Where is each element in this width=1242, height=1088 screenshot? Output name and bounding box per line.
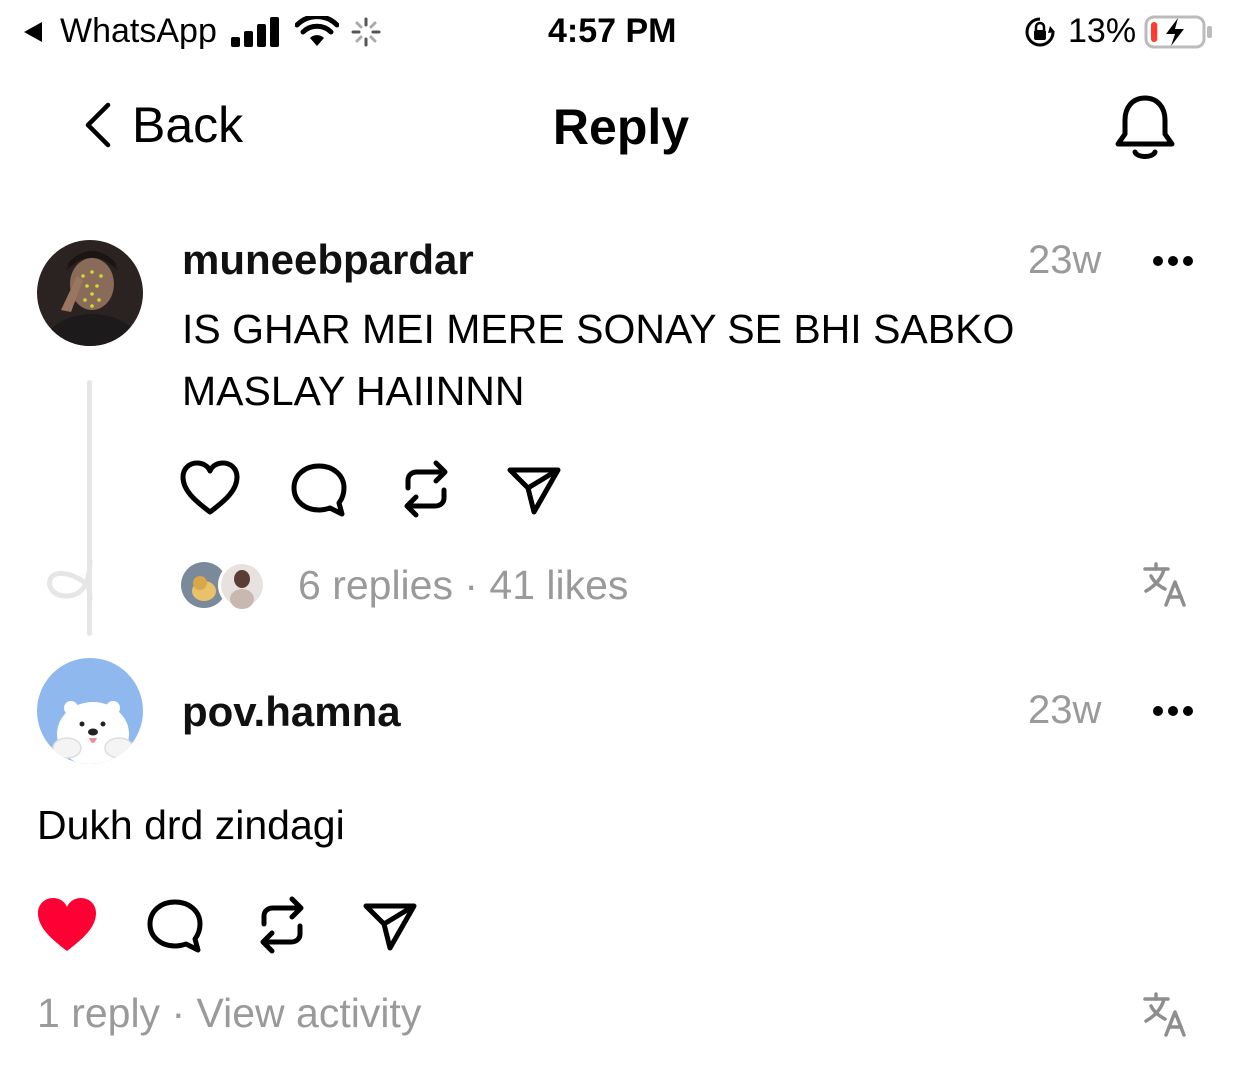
more-options-button[interactable] <box>1152 254 1194 273</box>
signal-icon <box>230 16 279 47</box>
post-text-line-1: IS GHAR MEI MERE SONAY SE BHI SABKO <box>182 306 1015 352</box>
share-icon <box>507 467 561 515</box>
post-text: Dukh drd zindagi <box>37 802 345 848</box>
like-button[interactable] <box>180 460 240 521</box>
post-timestamp: 23w <box>1028 238 1102 282</box>
translate-button[interactable] <box>1142 992 1188 1043</box>
reply-avatars-image <box>181 561 266 609</box>
page-title: Reply <box>552 99 690 155</box>
post-username[interactable]: muneebpardar <box>182 236 474 284</box>
post-text-line-2: MASLAY HAIINNN <box>182 368 525 414</box>
thread-loop-icon <box>47 560 93 603</box>
comment-button[interactable] <box>146 898 204 959</box>
translate-icon <box>1143 992 1186 1037</box>
status-right: 13% <box>1024 12 1214 51</box>
more-dots-icon <box>1153 706 1193 716</box>
avatar-pov-hamna[interactable] <box>37 658 143 764</box>
repost-icon <box>404 460 448 518</box>
avatar-muneebpardar[interactable] <box>37 240 143 346</box>
post-timestamp: 23w <box>1028 688 1102 732</box>
share-button[interactable] <box>362 900 418 957</box>
heart-filled-icon <box>38 898 96 951</box>
repost-button[interactable] <box>400 458 452 525</box>
notifications-button[interactable] <box>1112 92 1178 167</box>
back-app-label: WhatsApp <box>60 12 217 50</box>
comment-icon <box>291 463 347 517</box>
heart-icon <box>180 460 240 515</box>
battery-charging-icon <box>1144 15 1213 48</box>
comment-icon <box>147 899 203 953</box>
status-time: 4:57 PM <box>548 12 677 50</box>
avatar-image <box>37 658 143 764</box>
wifi-icon <box>294 15 339 46</box>
more-dots-icon <box>1153 256 1193 266</box>
reply-activity[interactable]: 1 reply · View activity <box>37 990 421 1037</box>
replies-likes-count[interactable]: 6 replies · 41 likes <box>298 562 628 609</box>
share-icon <box>363 903 417 951</box>
status-back-to-app[interactable]: WhatsApp <box>22 12 381 51</box>
more-options-button[interactable] <box>1152 704 1194 723</box>
repost-button[interactable] <box>256 894 308 961</box>
translate-button[interactable] <box>1142 562 1188 613</box>
battery-percent: 13% <box>1068 12 1137 50</box>
comment-button[interactable] <box>290 462 348 523</box>
back-triangle-icon <box>24 21 42 42</box>
repost-icon <box>260 896 304 954</box>
loading-spinner-icon <box>351 17 381 46</box>
like-button[interactable] <box>36 896 98 959</box>
avatar-image <box>37 240 143 346</box>
post-username[interactable]: pov.hamna <box>182 688 401 736</box>
reply-avatars[interactable] <box>180 561 270 611</box>
share-button[interactable] <box>506 464 562 521</box>
translate-icon <box>1143 562 1186 607</box>
bell-icon <box>1115 95 1175 159</box>
orientation-lock-icon <box>1025 17 1055 46</box>
